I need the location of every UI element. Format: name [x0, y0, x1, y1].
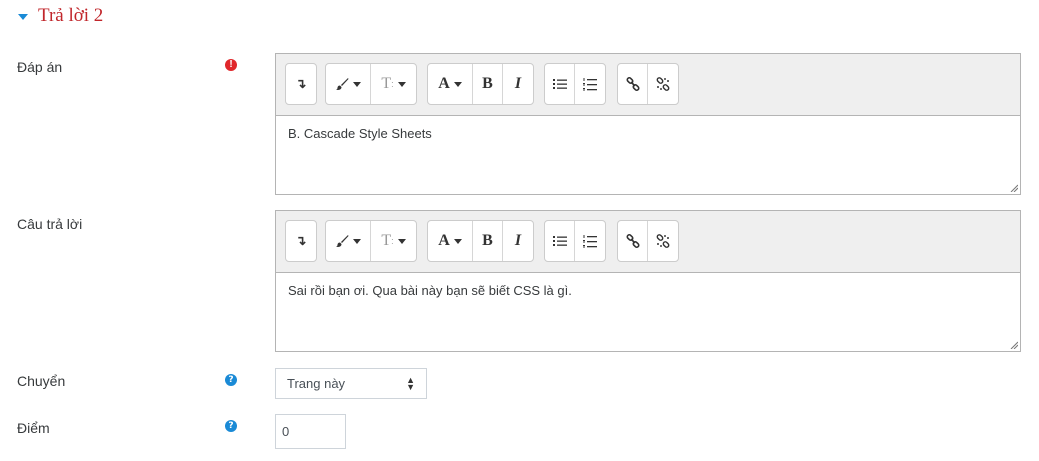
score-input[interactable]: 0 — [275, 414, 346, 449]
ordered-list-button[interactable] — [575, 64, 605, 104]
jump-select[interactable]: Trang này ▲ ▼ — [275, 368, 427, 399]
font-size-button[interactable]: T: — [371, 221, 416, 261]
feedback-label: Câu trả lời — [17, 216, 83, 232]
brush-icon — [336, 235, 349, 247]
font-color-button[interactable]: A — [428, 221, 473, 261]
unlink-button[interactable] — [648, 221, 678, 261]
style-button[interactable] — [326, 64, 371, 104]
font-size-button[interactable]: T: — [371, 64, 416, 104]
answer-editor: ↴ T: A B I B. Cascade Style Sheets — [275, 53, 1021, 195]
jump-label: Chuyển — [17, 373, 66, 389]
jump-selected-value: Trang này — [287, 376, 346, 391]
feedback-text: Sai rồi bạn ơi. Qua bài này bạn sẽ biết … — [288, 283, 572, 298]
select-arrows-icon: ▲ ▼ — [406, 374, 415, 392]
unlink-icon — [656, 234, 670, 248]
bullet-list-icon — [552, 79, 567, 89]
unlink-button[interactable] — [648, 64, 678, 104]
numbered-list-icon — [583, 77, 597, 90]
section-title: Trả lời 2 — [38, 5, 104, 26]
help-icon[interactable]: ? — [225, 374, 237, 386]
unordered-list-button[interactable] — [545, 221, 575, 261]
bold-icon: B — [482, 232, 493, 249]
unlink-icon — [656, 77, 670, 91]
bold-icon: B — [482, 75, 493, 92]
numbered-list-icon — [583, 234, 597, 247]
show-more-buttons-button[interactable]: ↴ — [286, 64, 316, 104]
link-button[interactable] — [618, 64, 648, 104]
bold-button[interactable]: B — [473, 221, 503, 261]
style-button[interactable] — [326, 221, 371, 261]
chevron-down-icon — [453, 81, 462, 87]
caret-down-icon — [18, 13, 28, 20]
score-value: 0 — [282, 424, 290, 439]
chevron-down-icon — [453, 238, 462, 244]
feedback-text-area[interactable]: Sai rồi bạn ơi. Qua bài này bạn sẽ biết … — [276, 273, 1020, 351]
link-icon — [625, 234, 640, 248]
help-icon[interactable]: ? — [225, 420, 237, 432]
font-color-button[interactable]: A — [428, 64, 473, 104]
italic-button[interactable]: I — [503, 64, 533, 104]
resize-handle-icon[interactable] — [1010, 184, 1018, 192]
editor-toolbar: ↴ T: A B I — [276, 211, 1020, 273]
answer-label: Đáp án — [17, 59, 63, 75]
resize-handle-icon[interactable] — [1010, 341, 1018, 349]
font-color-icon: A — [438, 232, 450, 249]
toggle-icon: ↴ — [295, 233, 307, 248]
bullet-list-icon — [552, 236, 567, 246]
answer-text: B. Cascade Style Sheets — [288, 126, 432, 141]
italic-button[interactable]: I — [503, 221, 533, 261]
bold-button[interactable]: B — [473, 64, 503, 104]
toggle-icon: ↴ — [295, 76, 307, 91]
show-more-buttons-button[interactable]: ↴ — [286, 221, 316, 261]
editor-toolbar: ↴ T: A B I — [276, 54, 1020, 116]
text-size-icon: T — [381, 75, 392, 92]
score-label: Điểm — [17, 420, 50, 436]
font-color-icon: A — [438, 75, 450, 92]
chevron-down-icon — [397, 238, 406, 244]
link-button[interactable] — [618, 221, 648, 261]
answer-text-area[interactable]: B. Cascade Style Sheets — [276, 116, 1020, 194]
brush-icon — [336, 78, 349, 90]
feedback-editor: ↴ T: A B I Sai rồi bạn ơi. Qua bài này b… — [275, 210, 1021, 352]
section-toggle[interactable]: Trả lời 2 — [18, 4, 103, 28]
unordered-list-button[interactable] — [545, 64, 575, 104]
text-size-icon: T — [381, 232, 392, 249]
link-icon — [625, 77, 640, 91]
italic-icon: I — [514, 232, 522, 249]
italic-icon: I — [514, 75, 522, 92]
required-icon: ! — [225, 59, 237, 71]
chevron-down-icon — [353, 238, 361, 244]
chevron-down-icon — [353, 81, 361, 87]
ordered-list-button[interactable] — [575, 221, 605, 261]
chevron-down-icon — [397, 81, 406, 87]
